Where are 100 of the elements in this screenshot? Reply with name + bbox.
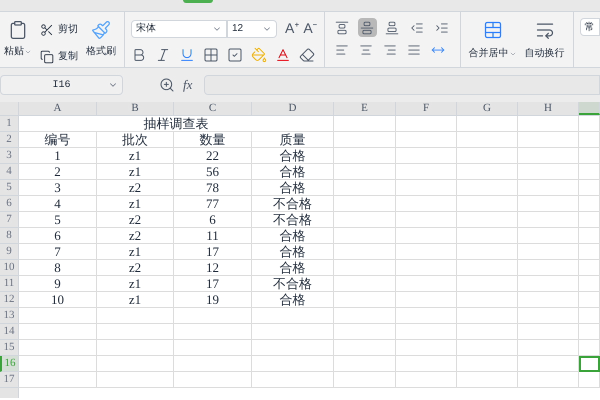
empty-cell[interactable] xyxy=(396,340,457,356)
cell-style-box[interactable]: 常 xyxy=(580,18,600,36)
empty-cell[interactable] xyxy=(579,308,600,324)
font-name-select[interactable]: 宋体 xyxy=(131,20,227,38)
empty-cell[interactable] xyxy=(334,260,396,276)
empty-cell[interactable] xyxy=(579,212,600,228)
borders-icon[interactable] xyxy=(203,47,219,63)
cut-button[interactable]: 剪切 xyxy=(40,22,78,37)
empty-cell[interactable] xyxy=(174,356,252,372)
row-header[interactable]: 6 xyxy=(0,196,19,212)
empty-cell[interactable] xyxy=(457,164,518,180)
cell-style-icon[interactable] xyxy=(227,47,243,63)
empty-cell[interactable] xyxy=(457,228,518,244)
empty-cell[interactable] xyxy=(174,340,252,356)
empty-cell[interactable] xyxy=(457,116,518,132)
justify-icon[interactable] xyxy=(406,43,421,57)
empty-cell[interactable] xyxy=(457,196,518,212)
clipboard-icon[interactable] xyxy=(8,20,28,40)
empty-cell[interactable] xyxy=(97,308,174,324)
empty-cell[interactable] xyxy=(396,244,457,260)
empty-cell[interactable] xyxy=(579,132,600,148)
empty-cell[interactable] xyxy=(396,116,457,132)
format-painter-button[interactable]: 格式刷 xyxy=(86,20,116,67)
empty-cell[interactable] xyxy=(97,356,174,372)
italic-icon[interactable] xyxy=(155,47,171,63)
empty-cell[interactable] xyxy=(457,308,518,324)
empty-cell[interactable] xyxy=(396,324,457,340)
empty-cell[interactable] xyxy=(457,180,518,196)
row-header[interactable]: 1 xyxy=(0,116,19,132)
name-box[interactable]: I16 xyxy=(0,75,123,95)
row-header[interactable]: 4 xyxy=(0,164,19,180)
empty-cell[interactable] xyxy=(252,356,334,372)
empty-cell[interactable] xyxy=(396,228,457,244)
column-header[interactable]: C xyxy=(174,102,252,115)
empty-cell[interactable] xyxy=(457,212,518,228)
eraser-icon[interactable] xyxy=(299,47,315,63)
row-header[interactable]: 5 xyxy=(0,180,19,196)
empty-cell[interactable] xyxy=(518,116,579,132)
empty-cell[interactable] xyxy=(334,212,396,228)
empty-cell[interactable] xyxy=(334,324,396,340)
empty-cell[interactable] xyxy=(457,340,518,356)
empty-cell[interactable] xyxy=(518,244,579,260)
empty-cell[interactable] xyxy=(334,244,396,260)
empty-cell[interactable] xyxy=(518,212,579,228)
empty-cell[interactable] xyxy=(518,132,579,148)
row-header[interactable]: 12 xyxy=(0,292,19,308)
shrink-font-button[interactable]: A⁻ xyxy=(303,18,318,39)
row-header[interactable]: 2 xyxy=(0,132,19,148)
paste-button[interactable]: 粘贴 xyxy=(4,20,32,67)
empty-cell[interactable] xyxy=(579,244,600,260)
selected-cell[interactable] xyxy=(579,356,600,372)
row-header[interactable]: 9 xyxy=(0,244,19,260)
empty-cell[interactable] xyxy=(518,356,579,372)
empty-cell[interactable] xyxy=(396,372,457,388)
empty-cell[interactable] xyxy=(334,356,396,372)
empty-cell[interactable] xyxy=(174,324,252,340)
empty-cell[interactable] xyxy=(396,356,457,372)
font-size-select[interactable]: 12 xyxy=(227,20,277,38)
wrap-text-button[interactable]: 自动换行 xyxy=(524,20,565,67)
column-header[interactable]: E xyxy=(334,102,396,115)
empty-cell[interactable] xyxy=(457,148,518,164)
align-right-icon[interactable] xyxy=(382,43,397,57)
empty-cell[interactable] xyxy=(334,308,396,324)
empty-cell[interactable] xyxy=(457,260,518,276)
empty-cell[interactable] xyxy=(396,148,457,164)
search-icon[interactable] xyxy=(159,77,175,93)
empty-cell[interactable] xyxy=(334,180,396,196)
empty-cell[interactable] xyxy=(334,228,396,244)
column-header[interactable]: B xyxy=(97,102,174,115)
empty-cell[interactable] xyxy=(579,260,600,276)
empty-cell[interactable] xyxy=(579,324,600,340)
row-header[interactable] xyxy=(0,388,19,398)
empty-cell[interactable] xyxy=(518,292,579,308)
empty-cell[interactable] xyxy=(97,324,174,340)
formula-input[interactable] xyxy=(204,75,600,95)
empty-cell[interactable] xyxy=(252,372,334,388)
row-header[interactable]: 11 xyxy=(0,276,19,292)
empty-cell[interactable] xyxy=(457,356,518,372)
empty-cell[interactable] xyxy=(518,196,579,212)
row-header[interactable]: 8 xyxy=(0,228,19,244)
align-left-icon[interactable] xyxy=(334,43,349,57)
row-header[interactable]: 13 xyxy=(0,308,19,324)
row-header[interactable]: 14 xyxy=(0,324,19,340)
empty-cell[interactable] xyxy=(457,292,518,308)
empty-cell[interactable] xyxy=(252,308,334,324)
empty-cell[interactable] xyxy=(579,180,600,196)
column-header[interactable]: A xyxy=(19,102,97,115)
empty-cell[interactable] xyxy=(457,244,518,260)
empty-cell[interactable] xyxy=(396,292,457,308)
empty-cell[interactable] xyxy=(518,340,579,356)
copy-icon[interactable] xyxy=(40,50,54,64)
empty-cell[interactable] xyxy=(252,340,334,356)
empty-cell[interactable] xyxy=(579,340,600,356)
copy-button[interactable]: 复制 xyxy=(40,49,78,64)
column-header[interactable]: F xyxy=(396,102,457,115)
fill-color-icon[interactable] xyxy=(251,47,267,63)
empty-cell[interactable] xyxy=(334,164,396,180)
empty-cell[interactable] xyxy=(334,372,396,388)
empty-cell[interactable] xyxy=(396,132,457,148)
empty-cell[interactable] xyxy=(457,132,518,148)
